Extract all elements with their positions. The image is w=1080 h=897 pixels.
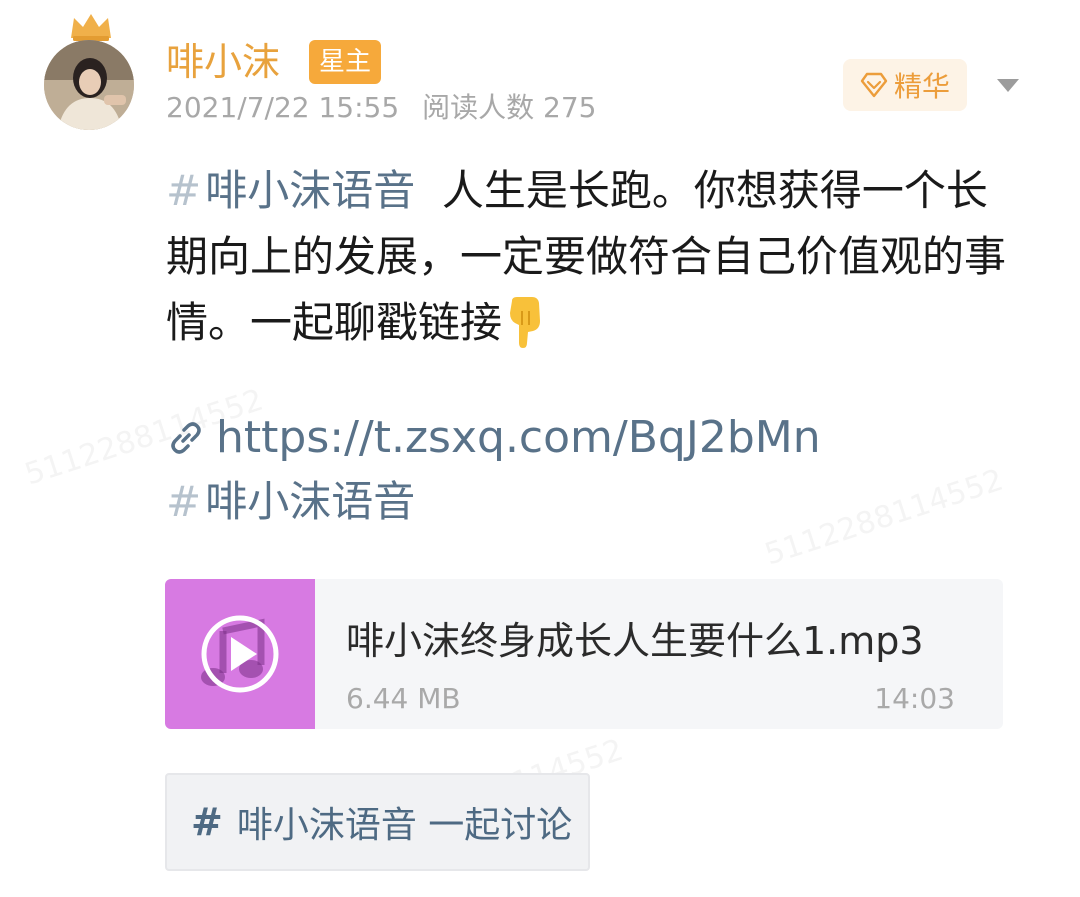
- link-url: https://t.zsxq.com/BqJ2bMn: [216, 412, 821, 463]
- hash-icon: #: [191, 800, 223, 844]
- reads-count: 275: [543, 91, 597, 124]
- audio-attachment[interactable]: 啡小沫终身成长人生要什么1.mp3 6.44 MB 14:03: [165, 579, 1003, 729]
- reads-label: 阅读人数: [422, 91, 535, 124]
- author-avatar[interactable]: [44, 12, 136, 130]
- discuss-label: 啡小沫语音 一起讨论: [236, 805, 573, 846]
- essence-badge[interactable]: 精华: [843, 59, 967, 111]
- hash-icon: #: [166, 477, 202, 526]
- author-name[interactable]: 啡小沫: [166, 36, 280, 88]
- music-play-icon: [201, 615, 279, 693]
- topic-name: 啡小沫语音: [205, 166, 416, 215]
- hash-icon: #: [166, 166, 202, 215]
- avatar: [44, 40, 134, 130]
- owner-badge: 星主: [309, 40, 381, 84]
- post-date: 2021/7/22 15:55: [166, 91, 400, 124]
- chevron-down-icon[interactable]: [994, 74, 1022, 96]
- post-card: 5112288114552 5112288114552 511228811455…: [0, 0, 1080, 897]
- link-icon: [171, 422, 201, 454]
- audio-size: 6.44 MB: [346, 682, 461, 715]
- pointing-down-hand-icon: [510, 297, 541, 348]
- watermark: 5112288114552: [760, 462, 1008, 573]
- topic-tag-link[interactable]: #啡小沫语音: [166, 470, 415, 534]
- post-link[interactable]: https://t.zsxq.com/BqJ2bMn: [166, 406, 821, 470]
- audio-title: 啡小沫终身成长人生要什么1.mp3: [346, 619, 924, 663]
- audio-thumbnail: [165, 579, 315, 729]
- discuss-topic-button[interactable]: # 啡小沫语音 一起讨论: [165, 773, 590, 871]
- post-meta: 2021/7/22 15:55 阅读人数 275: [166, 88, 596, 128]
- topic-link[interactable]: #啡小沫语音: [166, 166, 415, 215]
- audio-duration: 14:03: [874, 682, 955, 715]
- crown-icon: [71, 14, 111, 41]
- diamond-icon: [860, 72, 888, 98]
- topic-tag: 啡小沫语音: [205, 477, 416, 526]
- post-body: #啡小沫语音 人生是长跑。你想获得一个长期向上的发展，一定要做符合自己价值观的事…: [166, 158, 1016, 356]
- essence-label: 精华: [893, 70, 950, 103]
